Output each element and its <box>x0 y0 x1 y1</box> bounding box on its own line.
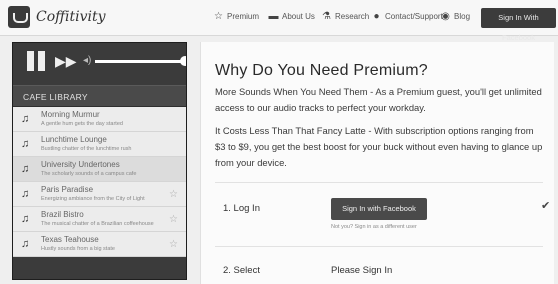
track-name: University Undertones <box>41 160 120 169</box>
music-note-icon: ♫ <box>21 188 30 200</box>
chat-bubble-icon: ● <box>373 11 380 22</box>
nav-about-label: About Us <box>282 12 315 21</box>
logo-text: Coffitivity <box>36 9 106 25</box>
track-description: Energizing ambiance from the City of Lig… <box>41 196 145 202</box>
sidebar-player: ▶▶ ◂) CAFE LIBRARY ♫ Morning Murmur A ge… <box>12 42 187 280</box>
music-note-icon: ♫ <box>21 113 30 125</box>
coffee-cup-icon <box>8 6 30 28</box>
track-description: Hustly sounds from a big state <box>41 246 115 252</box>
flask-icon: ⚗ <box>322 11 331 22</box>
music-note-icon: ♫ <box>21 238 30 250</box>
sign-in-facebook-button[interactable]: Sign In With Facebook <box>481 8 556 42</box>
eye-icon: ◉ <box>441 11 450 22</box>
nav-premium-label: Premium <box>227 12 260 21</box>
nav-contact-label: Contact/Support <box>385 12 443 21</box>
nav-research[interactable]: ⚗ Research <box>321 11 369 22</box>
divider <box>215 182 543 183</box>
step-login-label: 1. Log In <box>223 203 260 214</box>
music-note-icon: ♫ <box>21 163 30 175</box>
track-description: A gentle hum gets the day started <box>41 121 123 127</box>
top-bar: Coffitivity ☆ Premium ▬ About Us ⚗ Resea… <box>0 0 558 42</box>
track-description: The scholarly sounds of a campus cafe <box>41 171 137 177</box>
pause-icon[interactable] <box>27 51 47 71</box>
fast-forward-icon[interactable]: ▶▶ <box>55 54 77 68</box>
divider <box>215 246 543 247</box>
track-item[interactable]: ♫ Morning Murmur A gentle hum gets the d… <box>13 107 186 132</box>
star-icon[interactable]: ☆ <box>169 189 178 200</box>
track-name: Lunchtime Lounge <box>41 135 107 144</box>
premium-benefit-sounds: More Sounds When You Need Them - As a Pr… <box>215 86 542 113</box>
premium-benefit-cost: It Costs Less Than That Fancy Latte - Wi… <box>215 125 543 168</box>
track-item[interactable]: ♫ Paris Paradise Energizing ambiance fro… <box>13 182 186 207</box>
step-select-label: 2. Select <box>223 265 260 276</box>
page-title: Why Do You Need Premium? <box>215 62 428 79</box>
nav-blog-label: Blog <box>454 12 471 21</box>
track-name: Paris Paradise <box>41 185 94 194</box>
track-description: The musical chatter of a Brazilian coffe… <box>41 221 154 227</box>
volume-slider[interactable] <box>95 56 186 66</box>
cafe-library-header: CAFE LIBRARY <box>13 85 186 107</box>
track-item[interactable]: ♫ University Undertones The scholarly so… <box>13 157 186 182</box>
volume-fill <box>95 60 185 63</box>
monitor-icon: ▬ <box>268 11 279 22</box>
sign-in-with-facebook-button[interactable]: Sign In with Facebook <box>331 198 427 220</box>
track-description: Bustling chatter of the lunchtime rush <box>41 146 132 152</box>
please-sign-in-text: Please Sign In <box>331 265 393 276</box>
track-item[interactable]: ♫ Texas Teahouse Hustly sounds from a bi… <box>13 232 186 257</box>
nav-blog[interactable]: ◉ Blog <box>440 11 470 22</box>
music-note-icon: ♫ <box>21 213 30 225</box>
logo[interactable]: Coffitivity <box>8 6 106 28</box>
checkmark-icon: ✔ <box>541 200 551 212</box>
star-icon[interactable]: ☆ <box>169 239 178 250</box>
track-name: Brazil Bistro <box>41 210 84 219</box>
nav-about[interactable]: ▬ About Us <box>268 11 315 22</box>
audio-player: ▶▶ ◂) <box>13 43 186 79</box>
nav-research-label: Research <box>335 12 370 21</box>
track-item[interactable]: ♫ Lunchtime Lounge Bustling chatter of t… <box>13 132 186 157</box>
premium-panel: Why Do You Need Premium? More Sounds Whe… <box>200 42 554 284</box>
track-name: Texas Teahouse <box>41 235 99 244</box>
track-item[interactable]: ♫ Brazil Bistro The musical chatter of a… <box>13 207 186 232</box>
nav-premium[interactable]: ☆ Premium <box>213 11 259 22</box>
star-icon: ☆ <box>214 11 223 22</box>
nav-contact[interactable]: ● Contact/Support <box>371 11 443 22</box>
switch-user-link[interactable]: Not you? Sign in as a different user <box>331 224 417 230</box>
star-icon[interactable]: ☆ <box>169 214 178 225</box>
track-name: Morning Murmur <box>41 110 100 119</box>
volume-icon: ◂) <box>83 55 92 66</box>
music-note-icon: ♫ <box>21 138 30 150</box>
volume-knob[interactable] <box>180 56 186 66</box>
